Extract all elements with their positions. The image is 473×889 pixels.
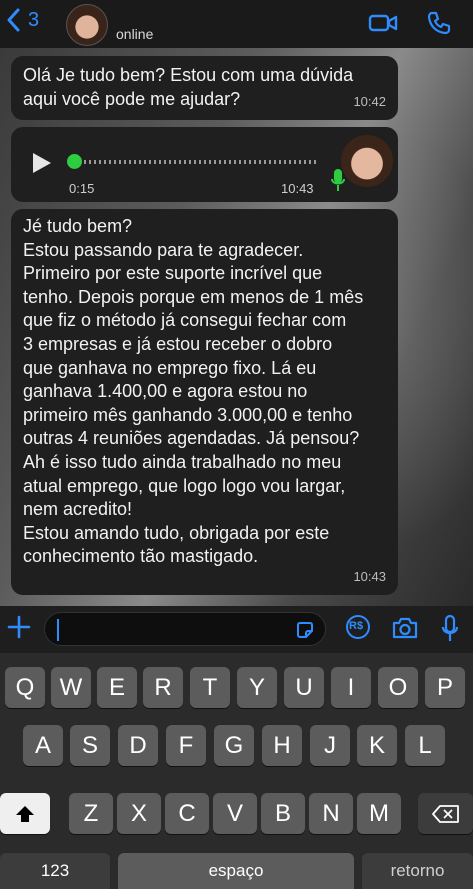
message-text: primeiro mês ganhando 3.000,00 e tenho [23, 404, 353, 425]
key-p[interactable]: P [425, 667, 465, 708]
message-text: Olá Je tudo bem? Estou com uma dúvida [23, 65, 354, 85]
key-v[interactable]: V [213, 793, 257, 834]
sender-avatar [341, 135, 393, 187]
message-bubble[interactable]: Olá Je tudo bem? Estou com uma dúvida aq… [11, 56, 398, 120]
voice-message-bubble[interactable]: 0:15 10:43 [11, 127, 398, 202]
audio-scrubber[interactable] [67, 154, 82, 169]
chat-area[interactable]: Olá Je tudo bem? Estou com uma dúvida aq… [0, 48, 473, 606]
key-k[interactable]: K [357, 725, 397, 766]
backspace-icon [431, 804, 459, 823]
key-f[interactable]: F [166, 725, 206, 766]
key-n[interactable]: N [309, 793, 353, 834]
audio-progress-track[interactable] [69, 160, 319, 164]
key-r[interactable]: R [143, 667, 183, 708]
key-l[interactable]: L [405, 725, 445, 766]
text-caret [57, 619, 59, 641]
key-d[interactable]: D [118, 725, 158, 766]
key-g[interactable]: G [214, 725, 254, 766]
sticker-icon[interactable] [295, 620, 315, 640]
key-h[interactable]: H [262, 725, 302, 766]
key-z[interactable]: Z [69, 793, 113, 834]
key-o[interactable]: O [378, 667, 418, 708]
message-text: tenho. Depois porque em menos de 1 mês [23, 286, 364, 307]
camera-icon[interactable] [391, 616, 419, 640]
message-text: Jé tudo bem? [23, 216, 133, 236]
message-time: 10:43 [281, 181, 314, 196]
key-j[interactable]: J [310, 725, 350, 766]
phone-icon [427, 11, 451, 35]
key-x[interactable]: X [117, 793, 161, 834]
message-text: Estou passando para te agradecer. [23, 239, 304, 260]
message-text: ganhava 1.400,00 e agora estou no [23, 381, 308, 402]
voice-call-button[interactable] [424, 10, 454, 41]
payment-button[interactable]: R$ [345, 614, 371, 645]
message-text: Ah é isso tudo ainda trabalhado no meu [23, 451, 342, 472]
backspace-key[interactable] [418, 793, 473, 834]
microphone-icon[interactable] [441, 614, 459, 644]
message-time: 10:43 [353, 569, 386, 585]
message-text: atual emprego, que logo logo vou largar, [23, 475, 346, 496]
payment-label: R$ [349, 620, 364, 632]
video-call-button[interactable] [368, 10, 398, 41]
message-bubble[interactable]: Jé tudo bem? Estou passando para te agra… [11, 209, 398, 595]
message-text: nem acredito! [23, 499, 133, 520]
shift-key[interactable] [0, 793, 50, 834]
back-chevron-icon [7, 8, 20, 32]
message-text: que ganhava no emprego fixo. Lá eu [23, 357, 317, 378]
video-call-icon [368, 14, 398, 32]
key-c[interactable]: C [165, 793, 209, 834]
contact-avatar[interactable] [66, 4, 108, 46]
message-text: conhecimento tão mastigado. [23, 546, 259, 567]
key-a[interactable]: A [23, 725, 63, 766]
key-b[interactable]: B [261, 793, 305, 834]
message-text: Primeiro por este suporte incrível que [23, 263, 323, 284]
key-y[interactable]: Y [237, 667, 277, 708]
message-text: aqui você pode me ajudar? [23, 89, 241, 109]
shift-icon [16, 805, 34, 822]
contact-status: online [116, 26, 154, 42]
numbers-key[interactable]: 123 [0, 853, 110, 889]
plus-icon[interactable] [6, 614, 32, 640]
key-u[interactable]: U [284, 667, 324, 708]
message-text: 3 empresas e já estou receber o dobro [23, 333, 333, 354]
play-icon[interactable] [33, 153, 51, 173]
microphone-icon [331, 169, 345, 191]
key-i[interactable]: I [331, 667, 371, 708]
key-s[interactable]: S [70, 725, 110, 766]
keyboard: Q W E R T Y U I O P A S D F G H J K L Z … [0, 653, 473, 889]
key-t[interactable]: T [190, 667, 230, 708]
key-w[interactable]: W [51, 667, 91, 708]
message-input[interactable] [44, 612, 326, 646]
audio-duration: 0:15 [69, 181, 95, 196]
message-text: outras 4 reuniões agendadas. Já pensou? [23, 428, 360, 449]
space-key[interactable]: espaço [118, 853, 354, 889]
return-key[interactable]: retorno [362, 853, 473, 889]
message-text: que fiz o método já consegui fechar com [23, 310, 347, 331]
chat-header: 3 online [0, 0, 473, 48]
key-e[interactable]: E [97, 667, 137, 708]
message-time: 10:42 [353, 94, 386, 109]
message-text: Estou amando tudo, obrigada por este [23, 522, 330, 543]
unread-count: 3 [28, 8, 40, 31]
message-input-bar: R$ [0, 606, 473, 653]
key-q[interactable]: Q [5, 667, 45, 708]
back-button[interactable]: 3 [6, 8, 39, 32]
key-m[interactable]: M [357, 793, 401, 834]
